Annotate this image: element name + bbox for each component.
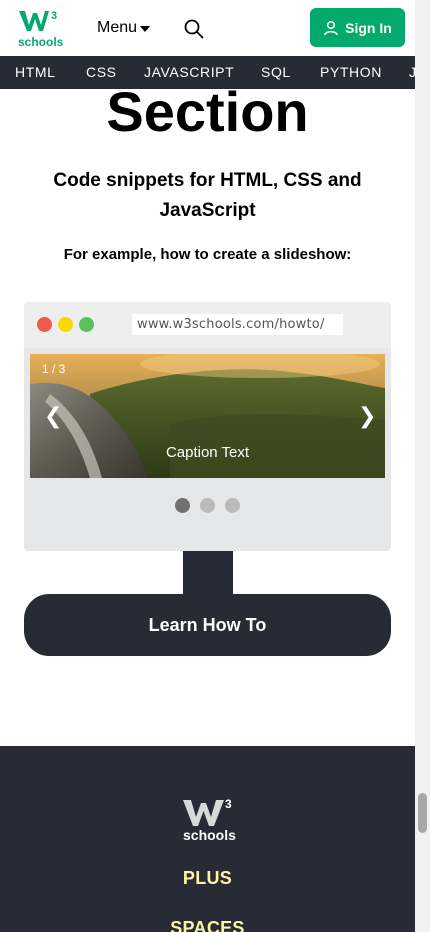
page-scrollbar[interactable]: [415, 0, 430, 932]
browser-toolbar: www.w3schools.com/howto/: [24, 302, 391, 348]
url-bar: www.w3schools.com/howto/: [132, 314, 343, 335]
menu-button[interactable]: Menu: [97, 19, 151, 37]
slide-dot-3[interactable]: [225, 498, 240, 513]
minimize-dot-icon: [58, 317, 73, 332]
footer-link-plus[interactable]: PLUS: [0, 868, 415, 889]
footer: 3 schools PLUS SPACES: [0, 746, 415, 932]
decorative-connector: [183, 551, 233, 596]
slide-dot-2[interactable]: [200, 498, 215, 513]
slide-counter: 1 / 3: [42, 362, 66, 376]
footer-logo[interactable]: 3 schools: [183, 796, 236, 846]
slideshow-image: 1 / 3 ❮ ❯ Caption Text: [30, 354, 385, 478]
search-button[interactable]: [183, 18, 205, 40]
logo-text: schools: [18, 35, 64, 49]
footer-link-spaces[interactable]: SPACES: [0, 918, 415, 932]
caret-down-icon: [140, 25, 151, 32]
w3-logo-icon: 3: [19, 10, 57, 31]
learn-how-to-button[interactable]: Learn How To: [24, 594, 391, 656]
section-subtitle: Code snippets for HTML, CSS and JavaScri…: [53, 170, 362, 221]
section-title: Section: [106, 80, 309, 143]
search-icon: [184, 19, 204, 39]
prev-slide-button[interactable]: ❮: [44, 405, 62, 427]
example-text: For example, how to create a slideshow:: [63, 246, 352, 263]
maximize-dot-icon: [79, 317, 94, 332]
close-dot-icon: [37, 317, 52, 332]
svg-text:3: 3: [51, 10, 57, 22]
menu-label: Menu: [97, 19, 138, 36]
browser-mockup: www.w3schools.com/howto/ 1 / 3 ❮ ❯ Capti…: [24, 302, 391, 551]
w3schools-logo[interactable]: 3 schools: [18, 8, 64, 49]
next-slide-button[interactable]: ❯: [358, 405, 376, 427]
footer-logo-text: schools: [183, 827, 236, 843]
sign-in-button[interactable]: Sign In: [310, 8, 405, 47]
svg-text:3: 3: [225, 797, 232, 811]
slide-dot-1[interactable]: [175, 498, 190, 513]
user-icon: [324, 20, 339, 35]
scrollbar-thumb[interactable]: [418, 793, 427, 833]
w3-logo-icon: 3: [183, 797, 232, 826]
top-header: 3 schools Menu Sign In: [0, 0, 415, 56]
sign-in-label: Sign In: [345, 19, 392, 36]
slide-caption: Caption Text: [165, 444, 250, 461]
